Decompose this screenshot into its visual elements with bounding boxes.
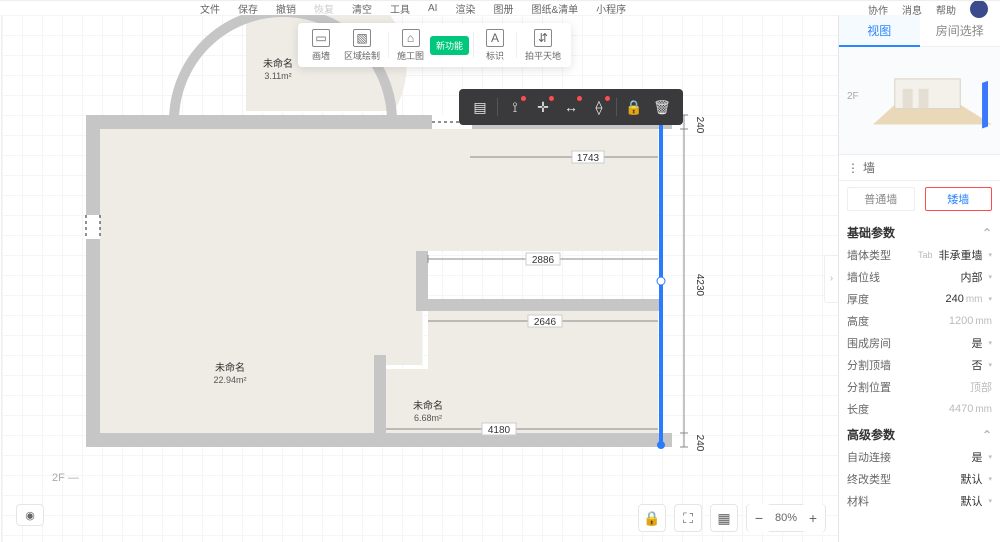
menu-redo[interactable]: 恢复 xyxy=(314,1,334,16)
canvas[interactable]: 未命名 3.11m² 未命名 22.94m² xyxy=(2,15,838,542)
tab-view[interactable]: 视图 xyxy=(839,15,920,47)
svg-text:2646: 2646 xyxy=(534,317,557,328)
menu-gallery[interactable]: 图册 xyxy=(493,1,513,16)
height-input[interactable]: 1200 mm xyxy=(949,315,992,327)
enclose-room-select[interactable]: 是 xyxy=(971,335,992,351)
tool-construction[interactable]: ⌂施工图 xyxy=(393,27,428,64)
svg-text:3.11m²: 3.11m² xyxy=(264,71,291,81)
tool-toolbar: ▭画墙 ▧区域绘制 ⌂施工图 新功能 A标识 ⇵拍平天地 xyxy=(298,23,571,67)
trash-icon[interactable]: 🗑 xyxy=(651,96,673,118)
zoom-value: 80 xyxy=(775,512,787,524)
group-advanced: 高级参数 xyxy=(847,426,895,443)
menu-undo[interactable]: 撤销 xyxy=(276,1,296,16)
split-top-select[interactable]: 否 xyxy=(971,357,992,373)
wall-type-select[interactable]: Tab非承重墙 xyxy=(918,247,992,263)
collapse-icon[interactable]: ⌃ xyxy=(982,428,992,442)
align-center-icon[interactable]: ✛ xyxy=(532,96,554,118)
auto-connect-select[interactable]: 是 xyxy=(971,449,992,465)
lock-icon[interactable]: 🔒 xyxy=(623,96,645,118)
group-basic: 基础参数 xyxy=(847,224,895,241)
split-pos: 顶部 xyxy=(970,379,992,395)
menu-help[interactable]: 帮助 xyxy=(936,2,956,17)
end-type-select[interactable]: 默认 xyxy=(960,471,992,487)
svg-text:22.94m²: 22.94m² xyxy=(213,375,246,385)
svg-text:4180: 4180 xyxy=(488,425,511,436)
svg-text:2886: 2886 xyxy=(532,255,555,266)
section-wall: ⋮ 墙 xyxy=(839,155,1000,181)
layers-icon[interactable]: ▤ xyxy=(469,96,491,118)
zoom-out-button[interactable]: − xyxy=(747,504,771,532)
properties-panel: 视图 房间选择 2F ⋮ 墙 普通墙 矮墙 基础参数⌃ 墙体类 xyxy=(838,15,1000,542)
tool-flatten[interactable]: ⇵拍平天地 xyxy=(521,27,565,64)
align-left-icon[interactable]: ⟟ xyxy=(504,96,526,118)
layers-button[interactable]: ▦ xyxy=(710,504,738,532)
svg-text:未命名: 未命名 xyxy=(413,399,443,412)
svg-text:未命名: 未命名 xyxy=(263,57,293,70)
tool-region[interactable]: ▧区域绘制 xyxy=(340,27,384,64)
top-menu: 文件 保存 撤销 恢复 清空 工具 AI 渲染 图册 图纸&清单 小程序 协作 … xyxy=(0,1,1000,15)
svg-text:240: 240 xyxy=(694,435,705,452)
lock-view-button[interactable]: 🔒 xyxy=(638,504,666,532)
selection-toolbar: ▤ ⟟ ✛ ↔ ⟠ 🔒 🗑 xyxy=(459,89,683,125)
menu-save[interactable]: 保存 xyxy=(238,1,258,16)
align-top-icon[interactable]: ⟠ xyxy=(588,96,610,118)
menu-render[interactable]: 渲染 xyxy=(455,1,475,16)
wall-line-select[interactable]: 内部 xyxy=(960,269,992,285)
menu-tools[interactable]: 工具 xyxy=(390,1,410,16)
material-select[interactable]: 默认 xyxy=(960,493,992,509)
thickness-input[interactable]: 240 mm xyxy=(945,293,992,305)
new-badge: 新功能 xyxy=(430,36,469,55)
floor-indicator: 2F — xyxy=(52,472,79,484)
preview-3d[interactable]: 2F xyxy=(839,47,1000,155)
svg-text:240: 240 xyxy=(694,117,705,134)
tool-mark[interactable]: A标识 xyxy=(478,27,512,64)
subtab-low-wall[interactable]: 矮墙 xyxy=(925,187,993,211)
view-controls: 🔒 ⛶ ▦ − 80% + xyxy=(638,502,826,534)
menu-file[interactable]: 文件 xyxy=(200,1,220,16)
align-right-icon[interactable]: ↔ xyxy=(560,96,582,118)
expand-panel-button[interactable]: › xyxy=(824,255,838,303)
tool-wall[interactable]: ▭画墙 xyxy=(304,27,338,64)
tab-roomselect[interactable]: 房间选择 xyxy=(920,15,1000,47)
svg-text:6.68m²: 6.68m² xyxy=(414,413,442,423)
menu-drawings[interactable]: 图纸&清单 xyxy=(531,1,578,16)
length-value: 4470 mm xyxy=(949,403,992,415)
zoom-control: − 80% + xyxy=(746,504,826,532)
svg-text:未命名: 未命名 xyxy=(215,361,245,374)
fit-view-button[interactable]: ⛶ xyxy=(674,504,702,532)
visibility-toggle[interactable]: ◉ xyxy=(16,504,44,526)
floor-label: 2F xyxy=(847,91,859,102)
avatar[interactable] xyxy=(970,0,988,18)
menu-clear[interactable]: 清空 xyxy=(352,1,372,16)
collapse-icon[interactable]: ⌃ xyxy=(982,226,992,240)
menu-collab[interactable]: 协作 xyxy=(868,2,888,17)
svg-text:1743: 1743 xyxy=(577,153,600,164)
menu-ai[interactable]: AI xyxy=(428,3,437,14)
svg-text:4230: 4230 xyxy=(694,274,705,297)
subtab-normal-wall[interactable]: 普通墙 xyxy=(847,187,915,211)
zoom-in-button[interactable]: + xyxy=(801,504,825,532)
menu-miniapp[interactable]: 小程序 xyxy=(596,1,626,16)
menu-messages[interactable]: 消息 xyxy=(902,2,922,17)
